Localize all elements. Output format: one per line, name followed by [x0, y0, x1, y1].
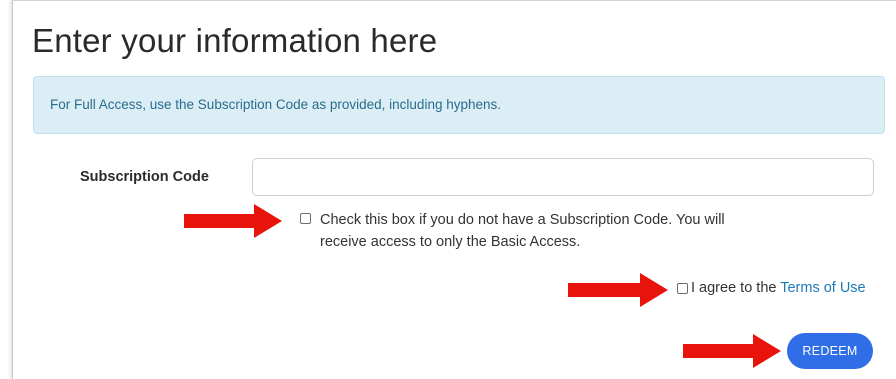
red-right-arrow-icon	[184, 204, 282, 238]
no-code-text-line2: receive access to only the Basic Access.	[320, 234, 581, 250]
red-right-arrow-icon	[683, 334, 781, 368]
no-code-checkbox[interactable]	[300, 213, 311, 224]
subscription-code-label: Subscription Code	[80, 169, 209, 185]
redeem-button[interactable]: REDEEM	[787, 333, 873, 369]
page-title: Enter your information here	[32, 22, 438, 59]
subscription-code-input[interactable]	[252, 158, 874, 196]
info-banner: For Full Access, use the Subscription Co…	[33, 76, 885, 134]
terms-checkbox-label: I agree to the Terms of Use	[691, 280, 866, 296]
no-code-text-line1: Check this box if you do not have a Subs…	[320, 212, 725, 228]
terms-checkbox[interactable]	[677, 283, 688, 294]
no-code-checkbox-label: Check this box if you do not have a Subs…	[320, 209, 790, 253]
terms-prefix: I agree to the	[691, 280, 781, 296]
terms-of-use-link[interactable]: Terms of Use	[780, 280, 865, 296]
info-banner-text: For Full Access, use the Subscription Co…	[50, 97, 501, 112]
red-right-arrow-icon	[568, 273, 668, 307]
